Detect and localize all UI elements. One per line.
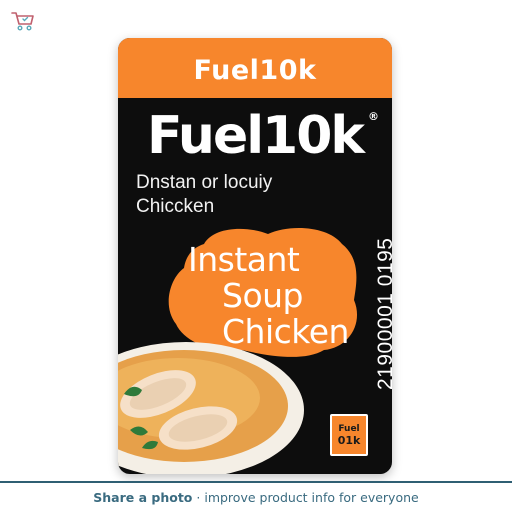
side-barcode-number: 21900001 0195 — [374, 237, 392, 391]
share-photo-caption: · improve product info for everyone — [196, 490, 419, 505]
mini-brand-logo: Fuel 01k — [330, 414, 368, 456]
share-photo-link[interactable]: Share a photo — [93, 490, 192, 505]
product-image[interactable]: Fuel10k Fuel10k ® Dnstan or locuiy Chicc… — [118, 38, 392, 474]
product-name-line-2: Soup — [222, 276, 304, 315]
mini-logo-line-2: 01k — [337, 434, 361, 447]
product-name-line-3: Chicken — [222, 312, 349, 351]
shopping-cart-icon — [11, 12, 34, 31]
cart-button[interactable] — [8, 8, 38, 34]
product-name-line-1: Instant — [188, 240, 300, 279]
share-photo-banner[interactable]: Share a photo · improve product info for… — [0, 483, 512, 512]
